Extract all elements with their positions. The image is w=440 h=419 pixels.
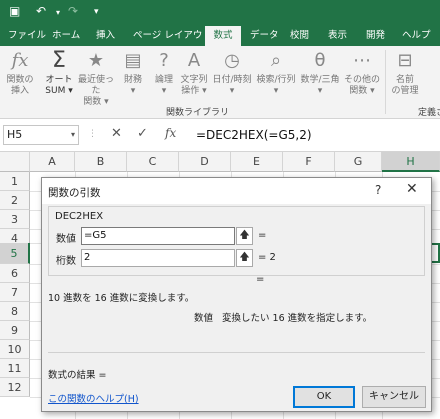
row-header[interactable]: 11 xyxy=(0,359,30,378)
close-icon[interactable]: ✕ xyxy=(406,181,418,197)
formula-bar-grip-icon: ⋮ xyxy=(88,129,97,139)
row-header[interactable]: 10 xyxy=(0,340,30,359)
arg-description-name: 数値 xyxy=(194,313,214,324)
name-tag-icon: ⊟ xyxy=(397,50,413,71)
name-manager-button[interactable]: ⊟ 名前 の管理 xyxy=(388,49,422,103)
select-all-corner[interactable] xyxy=(0,152,30,172)
tab-help[interactable]: ヘルプ xyxy=(402,26,431,46)
cancel-entry-icon[interactable]: ✕ xyxy=(111,126,122,141)
datetime-button[interactable]: ◷ 日付/時刻 ▾ xyxy=(210,49,254,103)
ribbon-formulas: fx 関数の 挿入 Σ オート SUM ▾ ★ 最近使った 関数 ▾ ▤ 財務 ▾ ? … xyxy=(0,46,440,119)
cancel-button[interactable]: キャンセル xyxy=(362,386,426,408)
function-arguments-dialog: 関数の引数 ? ✕ DEC2HEX 数値 =G5 🡅 = 桁数 2 🡅 = 2 … xyxy=(41,177,432,412)
column-header[interactable]: A xyxy=(30,152,75,172)
more-icon: ⋯ xyxy=(353,50,371,71)
defined-names-group-label: 定義さ xyxy=(418,108,440,118)
dialog-title: 関数の引数 xyxy=(48,187,101,199)
row-header[interactable]: 6 xyxy=(0,264,30,283)
dialog-title-bar[interactable]: 関数の引数 ? ✕ xyxy=(42,178,431,204)
quick-access-toolbar: ▣ ↶ ▾ ↷ ▾ xyxy=(0,0,440,26)
save-icon[interactable]: ▣ xyxy=(9,4,20,18)
star-icon: ★ xyxy=(87,50,105,71)
column-header[interactable]: B xyxy=(75,152,127,172)
excel-window: ▣ ↶ ▾ ↷ ▾ ファイル ホーム 挿入 ページ レイアウト 数式 データ 校… xyxy=(0,0,440,419)
collapse-dialog-icon[interactable]: 🡅 xyxy=(236,249,253,267)
tab-home[interactable]: ホーム xyxy=(52,26,80,46)
financial-button[interactable]: ▤ 財務 ▾ xyxy=(118,49,148,103)
arg-label-places: 桁数 xyxy=(56,256,76,267)
undo-dropdown-icon[interactable]: ▾ xyxy=(56,8,60,17)
arg-input-number[interactable]: =G5 xyxy=(81,227,235,245)
function-library-group-label: 関数ライブラリ xyxy=(166,108,230,118)
row-header[interactable]: 9 xyxy=(0,321,30,340)
tab-formulas[interactable]: 数式 xyxy=(205,26,241,46)
ribbon-tabs: ファイル ホーム 挿入 ページ レイアウト 数式 データ 校閲 表示 開発 ヘル… xyxy=(0,26,440,46)
logical-button[interactable]: ? 論理 ▾ xyxy=(150,49,178,103)
undo-icon[interactable]: ↶ xyxy=(36,4,46,18)
column-header[interactable]: C xyxy=(127,152,179,172)
financial-icon: ▤ xyxy=(124,50,142,71)
arg-result-places: = 2 xyxy=(258,252,276,263)
redo-icon[interactable]: ↷ xyxy=(68,4,78,18)
sigma-icon: Σ xyxy=(52,48,66,73)
row-header[interactable]: 8 xyxy=(0,302,30,321)
lookup-reference-button[interactable]: ⌕ 検索/行列 ▾ xyxy=(254,49,298,103)
function-result: = xyxy=(256,274,265,285)
row-header[interactable]: 12 xyxy=(0,378,30,397)
tab-review[interactable]: 校閲 xyxy=(290,26,309,46)
lookup-icon: ⌕ xyxy=(270,50,282,71)
arg-result-number: = xyxy=(258,230,267,241)
fx-icon: fx xyxy=(11,50,29,71)
text-functions-button[interactable]: A 文字列 操作 ▾ xyxy=(178,49,210,103)
column-header[interactable]: G xyxy=(335,152,382,172)
more-functions-button[interactable]: ⋯ その他の 関数 ▾ xyxy=(342,49,382,103)
column-header[interactable]: H xyxy=(382,152,440,172)
customize-qat-icon[interactable]: ▾ xyxy=(94,7,99,17)
formula-text[interactable]: =DEC2HEX(=G5,2) xyxy=(196,128,312,142)
clock-icon: ◷ xyxy=(224,50,240,71)
arg-description-text: 変換したい 16 進数を指定します。 xyxy=(222,313,373,324)
confirm-entry-icon[interactable]: ✓ xyxy=(137,126,148,141)
function-name: DEC2HEX xyxy=(55,211,104,222)
text-icon: A xyxy=(187,50,201,71)
formula-bar: H5 ▾ ⋮ ✕ ✓ fx =DEC2HEX(=G5,2) xyxy=(0,119,440,152)
row-header[interactable]: 3 xyxy=(0,210,30,229)
formula-result-label: 数式の結果 = xyxy=(48,370,107,381)
tab-page-layout[interactable]: ページ レイアウト xyxy=(133,26,212,46)
row-header[interactable]: 7 xyxy=(0,283,30,302)
tab-view[interactable]: 表示 xyxy=(328,26,347,46)
fx-icon[interactable]: fx xyxy=(165,126,176,140)
math-icon: θ xyxy=(314,50,326,71)
row-header[interactable]: 1 xyxy=(0,172,30,191)
column-header[interactable]: E xyxy=(231,152,283,172)
tab-file[interactable]: ファイル xyxy=(8,26,46,46)
dialog-divider xyxy=(48,352,425,353)
logical-icon: ? xyxy=(159,50,169,71)
math-trig-button[interactable]: θ 数学/三角 ▾ xyxy=(298,49,342,103)
row-header[interactable]: 2 xyxy=(0,191,30,210)
column-header[interactable]: D xyxy=(179,152,231,172)
column-header[interactable]: F xyxy=(283,152,335,172)
insert-function-button[interactable]: fx 関数の 挿入 xyxy=(2,49,38,103)
collapse-dialog-icon[interactable]: 🡅 xyxy=(236,227,253,245)
function-description: 10 進数を 16 進数に変換します。 xyxy=(48,293,195,304)
row-header[interactable]: 5 xyxy=(0,243,30,264)
autosum-button[interactable]: Σ オート SUM ▾ xyxy=(42,49,76,103)
name-box[interactable]: H5 ▾ xyxy=(3,125,79,145)
tab-developer[interactable]: 開発 xyxy=(366,26,385,46)
group-divider xyxy=(385,50,386,114)
recent-functions-button[interactable]: ★ 最近使った 関数 ▾ xyxy=(74,49,118,107)
chevron-down-icon[interactable]: ▾ xyxy=(71,126,75,144)
arguments-frame: DEC2HEX 数値 =G5 🡅 = 桁数 2 🡅 = 2 xyxy=(48,206,425,276)
help-link[interactable]: この関数のヘルプ(H) xyxy=(48,391,139,405)
ok-button[interactable]: OK xyxy=(293,386,355,408)
tab-data[interactable]: データ xyxy=(250,26,279,46)
arg-label-number: 数値 xyxy=(56,234,76,245)
arg-input-places[interactable]: 2 xyxy=(81,249,235,267)
tab-insert[interactable]: 挿入 xyxy=(96,26,115,46)
help-icon[interactable]: ? xyxy=(375,183,381,197)
